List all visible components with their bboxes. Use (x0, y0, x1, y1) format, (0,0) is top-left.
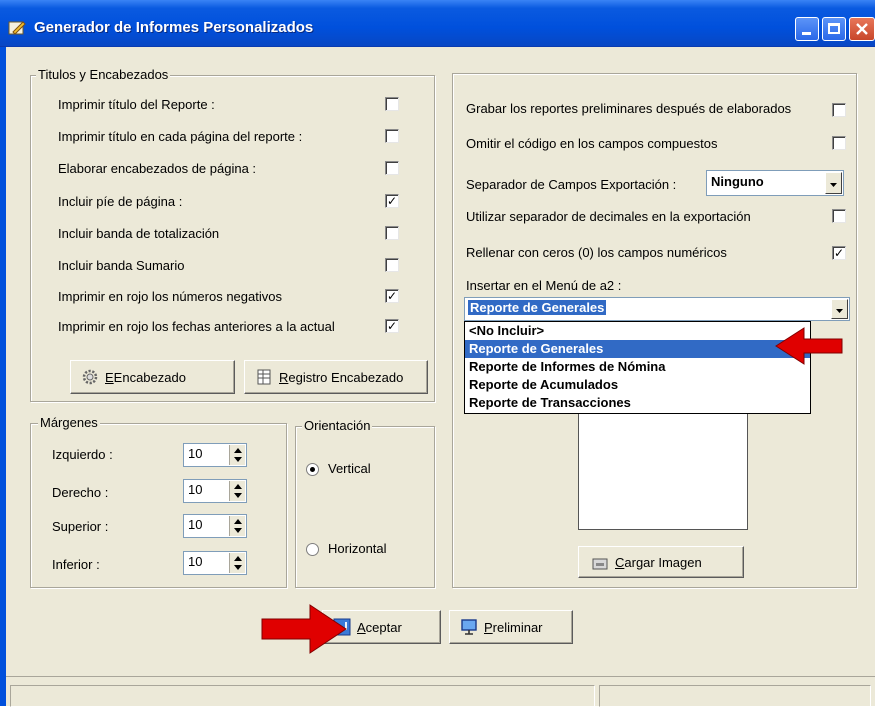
option-checkbox[interactable] (385, 97, 399, 111)
orientation-group-legend: Orientación (302, 418, 373, 433)
spinner-arrows-icon (234, 519, 242, 533)
spinner-arrows[interactable] (229, 516, 245, 536)
load-image-button[interactable]: Cargar Imagen (578, 546, 744, 578)
separator-label: Separador de Campos Exportación : (466, 177, 677, 192)
registro-button-label: egistro Encabezado (288, 369, 404, 385)
option-checkbox[interactable] (385, 129, 399, 143)
title-bar[interactable]: Generador de Informes Personalizados (0, 0, 875, 47)
menu-option[interactable]: Reporte de Informes de Nómina (465, 358, 810, 376)
option-label: Incluir píe de página : (58, 194, 183, 209)
spinner-arrows[interactable] (229, 445, 245, 465)
option-checkbox[interactable] (385, 161, 399, 175)
menu-select[interactable]: Reporte de Generales (464, 297, 850, 321)
spinner-value: 10 (188, 517, 203, 532)
spinner-value: 10 (188, 482, 203, 497)
option-checkbox[interactable]: ✓ (385, 319, 399, 333)
chevron-down-icon (830, 183, 837, 187)
margin-right-spinner[interactable]: 10 (183, 479, 247, 503)
orientation-horizontal-radio[interactable] (306, 543, 319, 556)
preview-mnemonic: P (484, 619, 493, 635)
separator-select[interactable]: Ninguno (706, 170, 844, 196)
orientation-horizontal-label[interactable]: Horizontal (328, 541, 387, 556)
option-label: Imprimir título del Reporte : (58, 97, 215, 112)
option-label: Rellenar con ceros (0) los campos numéri… (466, 245, 727, 260)
option-checkbox[interactable]: ✓ (385, 194, 399, 208)
spinner-arrows-icon (234, 556, 242, 570)
option-checkbox[interactable]: ✓ (832, 246, 846, 260)
margin-label-right: Derecho : (52, 485, 109, 500)
menu-option-selected[interactable]: Reporte de Generales (465, 340, 810, 358)
menu-dropdown-list[interactable]: <No Incluir> Reporte de Generales Report… (464, 321, 811, 414)
menu-label: Insertar en el Menú de a2 : (466, 278, 622, 293)
option-checkbox[interactable] (385, 226, 399, 240)
spinner-value: 10 (188, 554, 203, 569)
option-checkbox[interactable]: ✓ (385, 289, 399, 303)
spinner-arrows[interactable] (229, 553, 245, 573)
option-checkbox[interactable] (832, 103, 846, 117)
encabezado-mnemonic: E (105, 369, 114, 385)
margin-label-top: Superior : (52, 519, 109, 534)
encabezado-button[interactable]: EEncabezado (70, 360, 235, 394)
option-label: Incluir banda Sumario (58, 258, 185, 273)
status-bar (6, 676, 875, 707)
menu-selected-value: Reporte de Generales (468, 300, 607, 315)
maximize-button[interactable] (822, 17, 846, 41)
minimize-button[interactable] (795, 17, 819, 41)
load-image-button-label: argar Imagen (624, 554, 702, 570)
preview-button-label: reliminar (492, 619, 543, 635)
window-title: Generador de Informes Personalizados (34, 19, 314, 36)
spinner-value: 10 (188, 446, 203, 461)
status-panel (599, 685, 871, 707)
menu-dropdown-button[interactable] (831, 299, 848, 319)
registro-mnemonic: R (279, 369, 289, 385)
registro-encabezado-button[interactable]: Registro Encabezado (244, 360, 428, 394)
preview-button[interactable]: Preliminar (449, 610, 573, 644)
margin-label-bottom: Inferior : (52, 557, 100, 572)
option-checkbox[interactable] (832, 136, 846, 150)
margin-label-left: Izquierdo : (52, 447, 113, 462)
menu-option[interactable]: <No Incluir> (465, 322, 810, 340)
margin-bottom-spinner[interactable]: 10 (183, 551, 247, 575)
option-label: Grabar los reportes preliminares después… (466, 101, 792, 116)
orientation-group (295, 426, 435, 588)
image-icon (592, 558, 608, 570)
orientation-vertical-label[interactable]: Vertical (328, 461, 371, 476)
close-icon (856, 23, 868, 35)
accept-button-label: ceptar (365, 619, 402, 635)
spinner-arrows[interactable] (229, 481, 245, 501)
option-label: Imprimir en rojo los números negativos (58, 289, 282, 304)
option-label: Imprimir título en cada página del repor… (58, 129, 303, 144)
chevron-down-icon (836, 309, 843, 313)
spinner-arrows-icon (234, 448, 242, 462)
load-image-mnemonic: C (615, 554, 625, 570)
menu-option[interactable]: Reporte de Acumulados (465, 376, 810, 394)
option-label: Omitir el código en los campos compuesto… (466, 136, 718, 151)
encabezado-button-label: Encabezado (113, 369, 186, 385)
option-checkbox[interactable] (832, 209, 846, 223)
menu-option[interactable]: Reporte de Transacciones (465, 394, 810, 412)
monitor-icon (461, 619, 477, 635)
option-label: Utilizar separador de decimales en la ex… (466, 209, 751, 224)
option-label: Incluir banda de totalización (58, 226, 220, 241)
annotation-arrow-icon (261, 604, 347, 654)
margin-top-spinner[interactable]: 10 (183, 514, 247, 538)
table-icon (257, 369, 271, 385)
separator-dropdown-button[interactable] (825, 172, 842, 194)
option-label: Elaborar encabezados de página : (58, 161, 257, 176)
orientation-vertical-radio[interactable] (306, 463, 319, 476)
titles-group-legend: Titulos y Encabezados (36, 67, 171, 82)
option-checkbox[interactable] (385, 258, 399, 272)
annotation-arrow-icon (775, 327, 843, 365)
close-button[interactable] (849, 17, 875, 41)
margins-group-legend: Márgenes (38, 415, 100, 430)
option-label: Imprimir en rojo los fechas anteriores a… (58, 319, 335, 334)
status-panel (10, 685, 595, 707)
margin-left-spinner[interactable]: 10 (183, 443, 247, 467)
app-icon (8, 21, 26, 35)
separator-value: Ninguno (711, 174, 764, 189)
spinner-arrows-icon (234, 484, 242, 498)
accept-mnemonic: A (357, 619, 366, 635)
gear-icon (82, 369, 98, 385)
